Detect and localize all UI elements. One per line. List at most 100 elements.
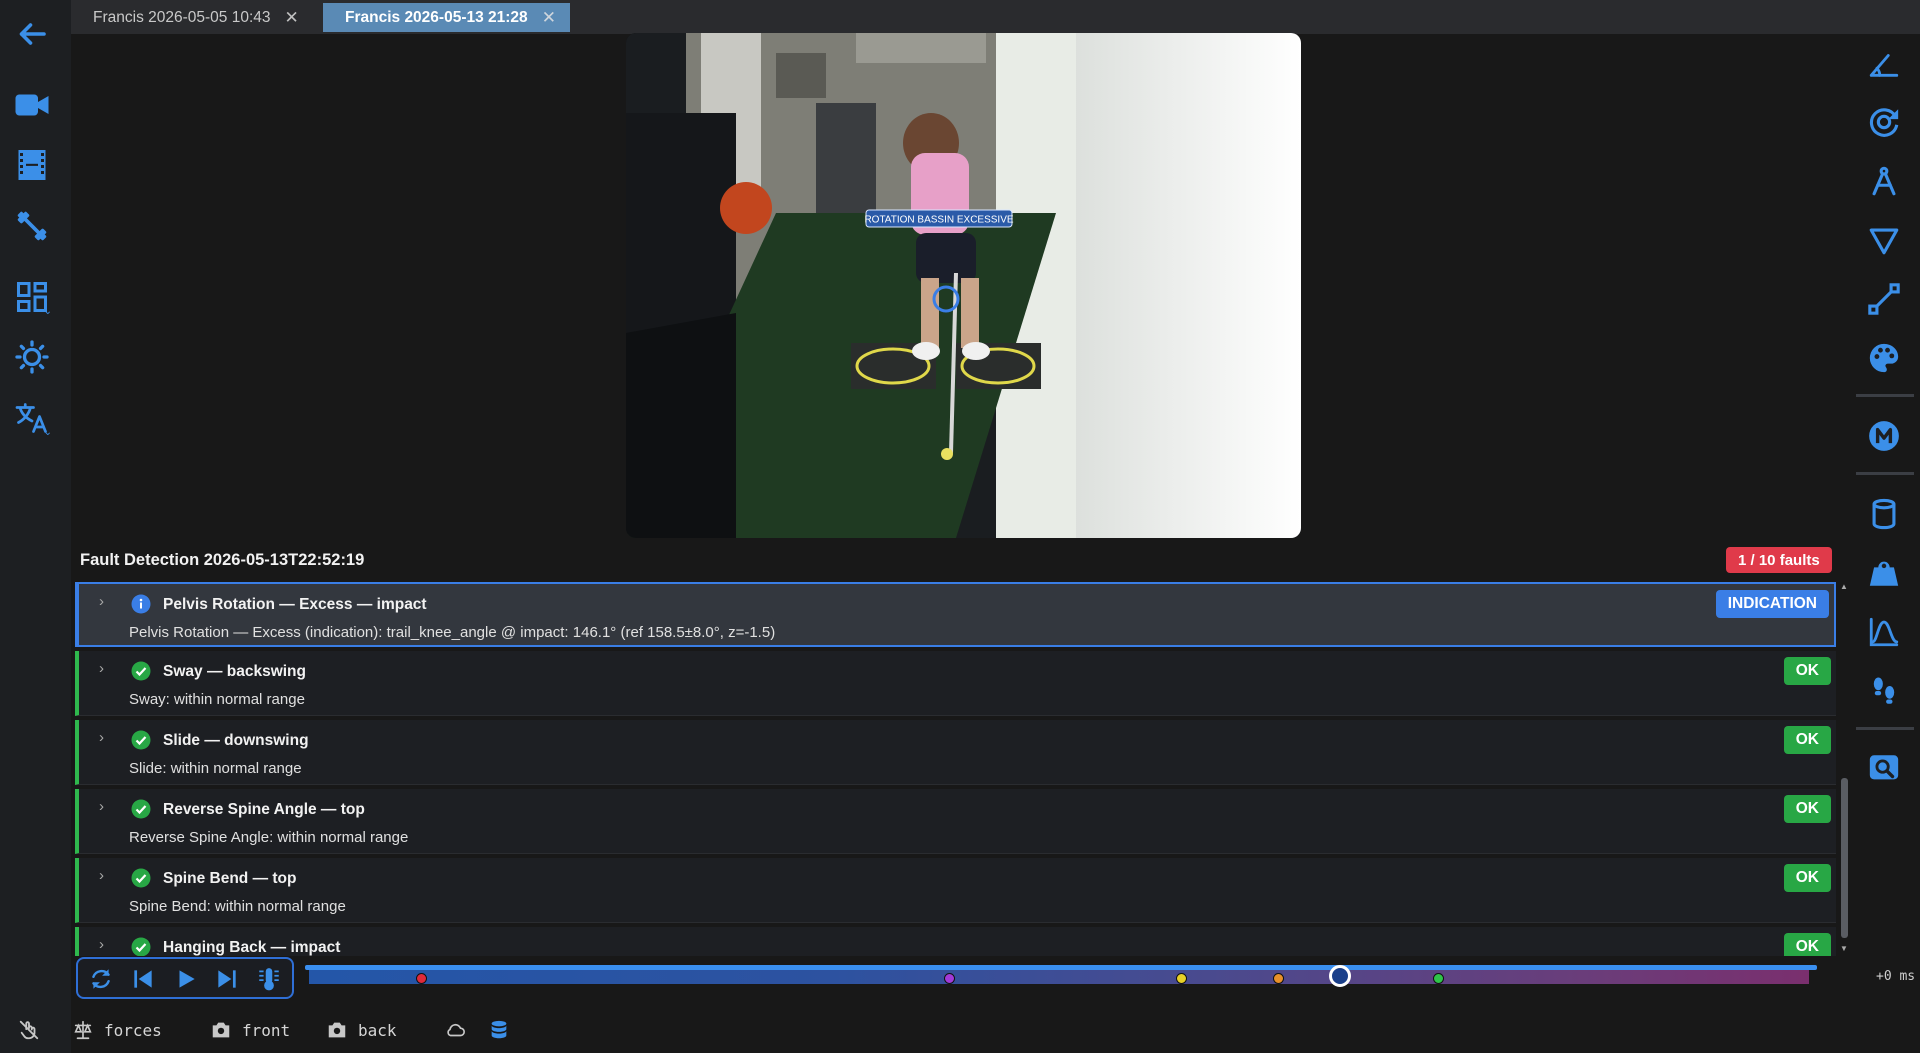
timeline-marker[interactable] — [944, 973, 955, 984]
right-toolbar — [1854, 34, 1920, 794]
fault-row-pelvis-rotation[interactable]: › Pelvis Rotation — Excess — impact Pelv… — [75, 582, 1836, 647]
chevron-down-icon: ⌄ — [43, 306, 52, 317]
dumbbell-icon[interactable] — [10, 204, 54, 248]
chevron-right-icon[interactable]: › — [99, 936, 104, 953]
timeline-marker[interactable] — [1176, 973, 1187, 984]
ok-badge: OK — [1783, 933, 1831, 956]
cylinder-icon[interactable] — [1858, 488, 1910, 540]
front-camera-toggle[interactable]: front — [210, 1018, 290, 1042]
fault-title: Pelvis Rotation — Excess — impact — [163, 596, 427, 613]
back-arrow-icon[interactable] — [10, 12, 54, 56]
scroll-down-icon[interactable]: ▼ — [1840, 944, 1848, 953]
brightness-icon[interactable] — [10, 335, 54, 379]
front-label: front — [242, 1020, 291, 1040]
footprints-icon[interactable] — [1858, 665, 1910, 717]
close-icon[interactable]: ✕ — [542, 8, 556, 28]
timeline-track[interactable] — [309, 970, 1809, 984]
forces-toggle[interactable]: forces — [72, 1018, 162, 1042]
back-camera-toggle[interactable]: back — [326, 1018, 397, 1042]
fault-row-sway[interactable]: › Sway — backswing Sway: within normal r… — [75, 651, 1836, 716]
fault-title: Slide — downswing — [163, 732, 309, 749]
timeline-playhead[interactable] — [1329, 965, 1351, 987]
fault-title: Spine Bend — top — [163, 870, 297, 887]
camera-icon — [212, 1022, 230, 1038]
left-sidebar: ⌄ ⌄ — [0, 0, 71, 1053]
check-circle-icon — [131, 868, 151, 888]
scroll-up-icon[interactable]: ▲ — [1840, 582, 1848, 591]
curve-chart-icon[interactable] — [1858, 606, 1910, 658]
fault-detection-title: Fault Detection 2026-05-13T22:52:19 — [80, 551, 365, 569]
tab-label: Francis 2026-05-05 10:43 — [93, 8, 271, 26]
bottom-bar: forces front back — [0, 1008, 1920, 1053]
timeline[interactable] — [305, 963, 1817, 993]
fault-row-hanging-back[interactable]: › Hanging Back — impact OK — [75, 927, 1836, 956]
ok-badge: OK — [1783, 657, 1831, 685]
fault-title: Reverse Spine Angle — top — [163, 801, 365, 818]
video-frame[interactable]: ROTATION BASSIN EXCESSIVE — [626, 33, 1301, 538]
camera-icon — [328, 1022, 346, 1038]
no-touch-icon[interactable] — [18, 1018, 40, 1042]
fault-description: Slide: within normal range — [129, 760, 302, 777]
loop-icon[interactable] — [88, 966, 114, 992]
angle-tool-icon[interactable] — [1858, 38, 1910, 90]
tab-session-2026-05-13[interactable]: Francis 2026-05-13 21:28 ✕ — [323, 3, 570, 32]
ok-badge: OK — [1783, 726, 1831, 754]
timeline-marker[interactable] — [1433, 973, 1444, 984]
toolbar-divider — [1856, 727, 1914, 730]
chevron-right-icon[interactable]: › — [99, 660, 104, 677]
check-circle-icon — [131, 937, 151, 956]
forces-label: forces — [104, 1020, 162, 1040]
chevron-right-icon[interactable]: › — [99, 798, 104, 815]
cloud-icon[interactable] — [444, 1018, 466, 1042]
fault-description: Reverse Spine Angle: within normal range — [129, 829, 409, 846]
timeline-marker[interactable] — [1273, 973, 1284, 984]
weight-icon[interactable] — [1858, 547, 1910, 599]
fault-title: Sway — backswing — [163, 663, 306, 680]
fault-row-slide[interactable]: › Slide — downswing Slide: within normal… — [75, 720, 1836, 785]
chevron-right-icon[interactable]: › — [99, 593, 104, 610]
back-label: back — [358, 1020, 397, 1040]
ok-badge: OK — [1783, 795, 1831, 823]
thermometer-icon[interactable] — [256, 966, 282, 992]
time-offset-readout: +0 ms — [1876, 969, 1916, 984]
metric-m-icon[interactable] — [1858, 410, 1910, 462]
video-overlay-label: ROTATION BASSIN EXCESSIVE — [864, 215, 1013, 226]
step-forward-icon[interactable] — [214, 966, 240, 992]
chevron-right-icon[interactable]: › — [99, 729, 104, 746]
database-icon[interactable] — [488, 1018, 510, 1042]
fault-description: Sway: within normal range — [129, 691, 305, 708]
film-strip-icon[interactable] — [10, 143, 54, 187]
check-circle-icon — [131, 661, 151, 681]
play-icon[interactable] — [173, 966, 199, 992]
fault-description: Pelvis Rotation — Excess (indication): t… — [129, 624, 776, 641]
fault-row-spine-bend[interactable]: › Spine Bend — top Spine Bend: within no… — [75, 858, 1836, 923]
rotation-tool-icon[interactable] — [1858, 96, 1910, 148]
compass-tool-icon[interactable] — [1858, 155, 1910, 207]
line-tool-icon[interactable] — [1858, 273, 1910, 325]
step-back-icon[interactable] — [130, 966, 156, 992]
scale-icon — [74, 1020, 92, 1040]
dashboard-layout-icon[interactable]: ⌄ — [10, 275, 54, 319]
tab-bar: Francis 2026-05-05 10:43 ✕ Francis 2026-… — [71, 0, 1920, 34]
close-icon[interactable]: ✕ — [285, 8, 299, 28]
check-circle-icon — [131, 730, 151, 750]
chevron-right-icon[interactable]: › — [99, 867, 104, 884]
fault-list: › Pelvis Rotation — Excess — impact Pelv… — [75, 582, 1836, 956]
toolbar-divider — [1856, 472, 1914, 475]
translate-icon[interactable]: ⌄ — [10, 396, 54, 440]
fault-count-badge: 1 / 10 faults — [1726, 547, 1832, 573]
triangle-tool-icon[interactable] — [1858, 214, 1910, 266]
fault-list-scrollbar[interactable]: ▲ ▼ — [1839, 582, 1849, 954]
fault-description: Spine Bend: within normal range — [129, 898, 346, 915]
video-camera-icon[interactable] — [10, 83, 54, 127]
info-icon — [131, 594, 151, 614]
fault-row-reverse-spine-angle[interactable]: › Reverse Spine Angle — top Reverse Spin… — [75, 789, 1836, 854]
timeline-marker[interactable] — [416, 973, 427, 984]
search-zoom-icon[interactable] — [1858, 742, 1910, 794]
fault-title: Hanging Back — impact — [163, 939, 341, 956]
ok-badge: OK — [1783, 864, 1831, 892]
tab-session-2026-05-05[interactable]: Francis 2026-05-05 10:43 ✕ — [71, 3, 313, 32]
palette-icon[interactable] — [1858, 332, 1910, 384]
scrollbar-thumb[interactable] — [1841, 778, 1848, 938]
check-circle-icon — [131, 799, 151, 819]
